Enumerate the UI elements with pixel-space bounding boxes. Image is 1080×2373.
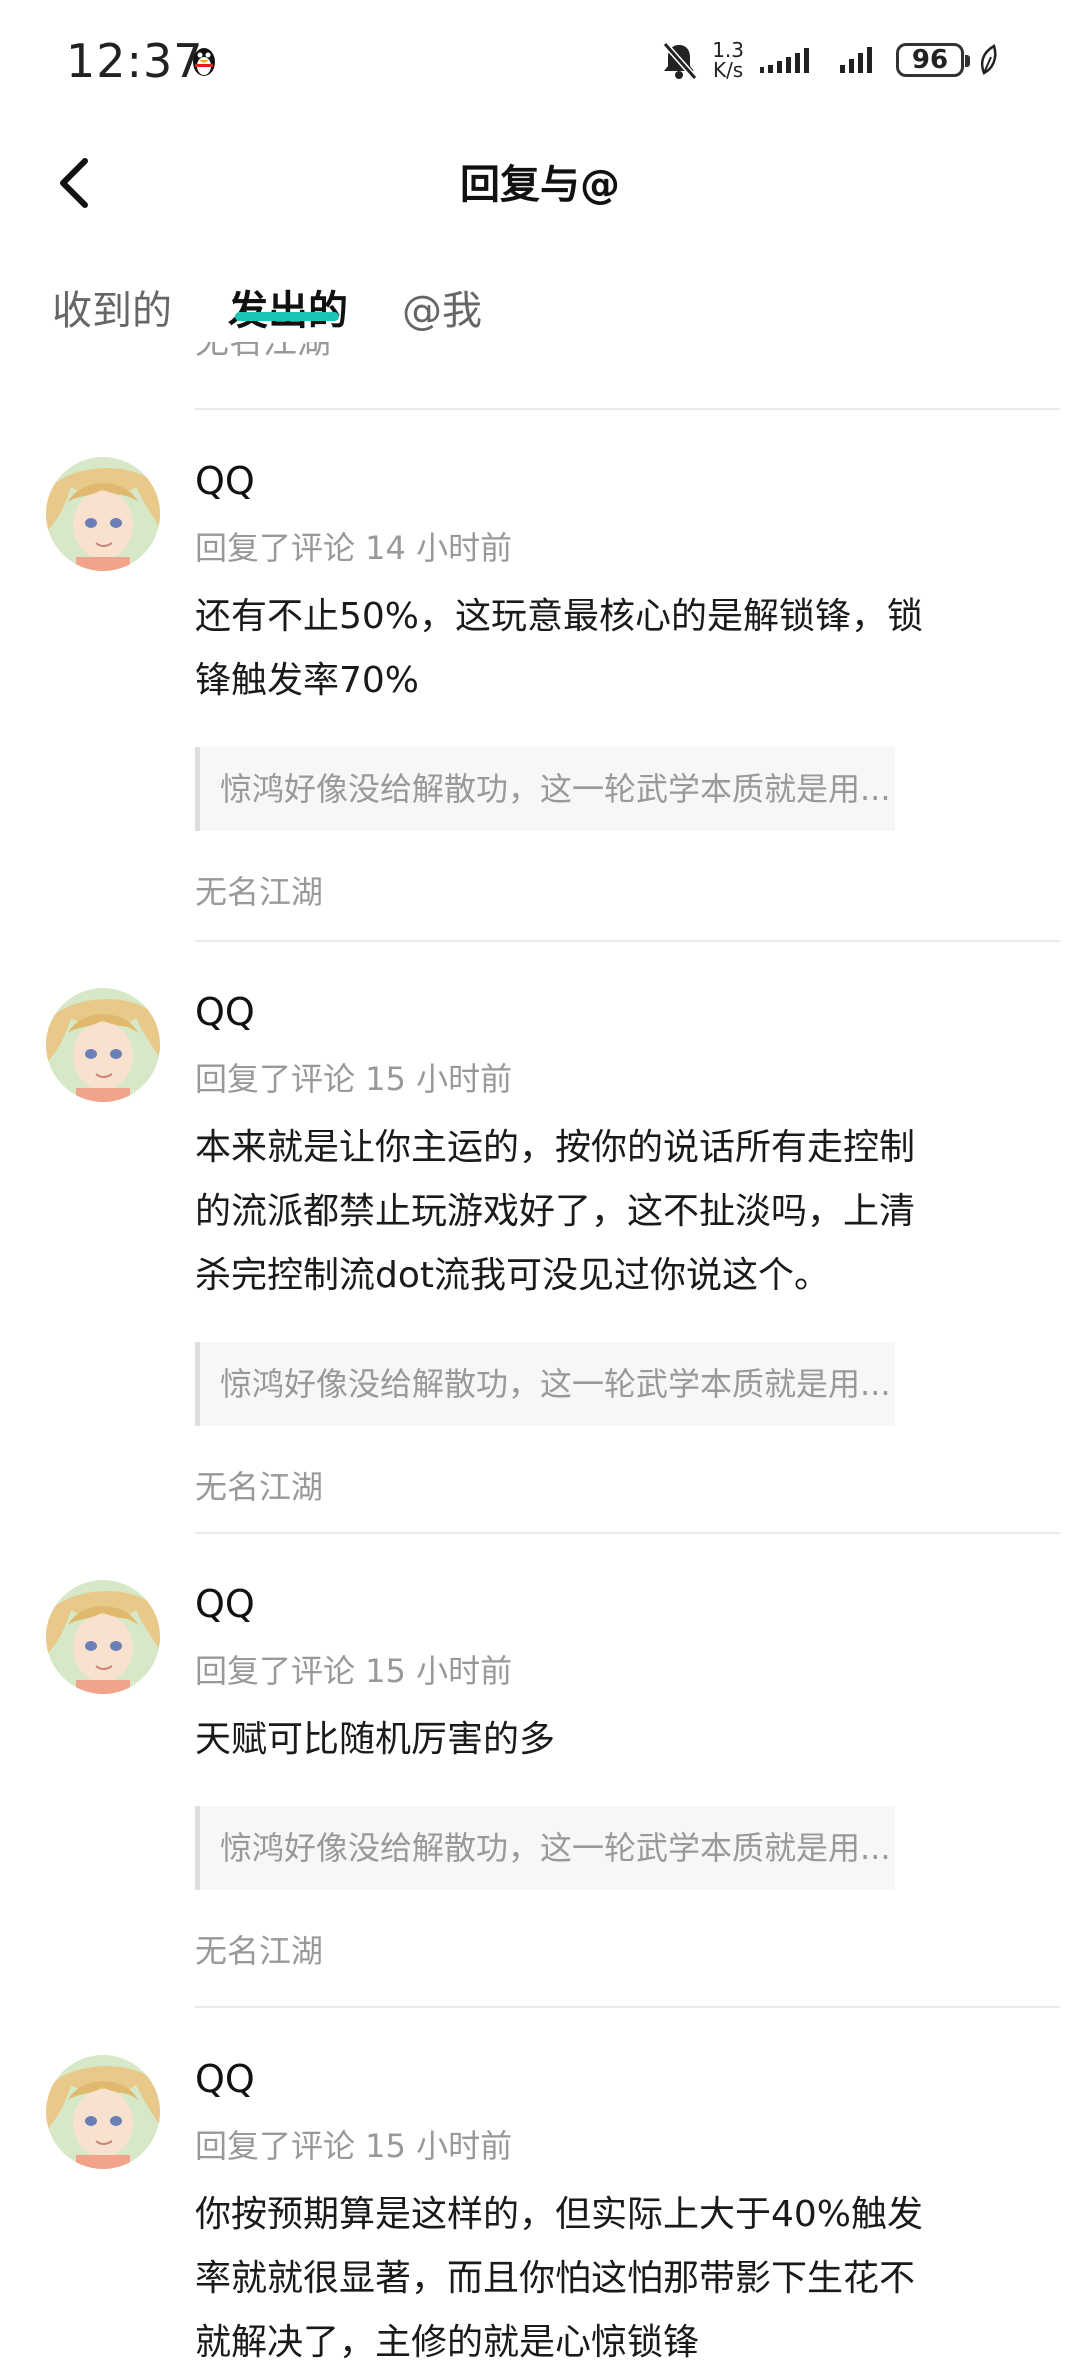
signal-icon <box>760 48 809 73</box>
quoted-comment[interactable]: 惊鸿好像没给解散功，这一轮武学本质就是用... <box>195 1806 895 1890</box>
source-name[interactable]: 无名江湖 <box>195 867 323 913</box>
screen: 12:37 1.3 K/s 96 回复与@ 收到的 发出的 @我 无名江湖 QQ… <box>0 0 1080 2373</box>
divider <box>195 940 1060 942</box>
reply-text: 你按预期算是这样的，但实际上大于40%触发 率就就很显著，而且你怕这怕那带影下生… <box>195 2194 924 2363</box>
avatar[interactable] <box>46 1580 160 1694</box>
status-time: 12:37 <box>66 34 204 88</box>
avatar[interactable] <box>46 457 160 571</box>
avatar-image <box>46 988 160 1102</box>
net-speed-value: 1.3 <box>712 38 744 62</box>
reply-item[interactable]: QQ 回复了评论 15 小时前 你按预期算是这样的，但实际上大于40%触发 率就… <box>0 2055 1080 2373</box>
user-name[interactable]: QQ <box>195 1582 255 1626</box>
quoted-comment[interactable]: 惊鸿好像没给解散功，这一轮武学本质就是用... <box>195 1342 895 1426</box>
divider <box>195 1532 1060 1534</box>
avatar[interactable] <box>46 988 160 1102</box>
status-icons: 1.3 K/s 96 <box>660 36 1000 84</box>
user-name[interactable]: QQ <box>195 2057 255 2101</box>
reply-meta: 回复了评论 15 小时前 <box>195 1652 513 1690</box>
tab-bar: 收到的 发出的 @我 <box>0 270 1080 342</box>
avatar-image <box>46 2055 160 2169</box>
reply-feed[interactable]: 无名江湖 QQ 回复了评论 14 小时前 还有不止50%，这玩意最核心的是解锁锋… <box>0 342 1080 2373</box>
divider <box>195 2006 1060 2008</box>
reply-meta: 回复了评论 15 小时前 <box>195 1060 513 1098</box>
active-tab-indicator <box>235 312 339 321</box>
source-name[interactable]: 无名江湖 <box>195 1926 323 1972</box>
battery-icon: 96 <box>896 43 970 77</box>
reply-item[interactable]: QQ 回复了评论 15 小时前 本来就是让你主运的，按你的说话所有走控制 的流派… <box>0 988 1080 1528</box>
signal-icon-2 <box>840 47 872 73</box>
net-speed: 1.3 K/s <box>712 40 744 80</box>
user-name[interactable]: QQ <box>195 990 255 1034</box>
tab-mentions[interactable]: @我 <box>402 278 482 336</box>
quoted-comment[interactable]: 惊鸿好像没给解散功，这一轮武学本质就是用... <box>195 747 895 831</box>
avatar[interactable] <box>46 2055 160 2169</box>
net-speed-unit: K/s <box>712 58 744 82</box>
battery-level: 96 <box>911 45 949 75</box>
page-title: 回复与@ <box>460 162 620 208</box>
avatar-image <box>46 1580 160 1694</box>
leaf-icon <box>980 44 997 75</box>
qq-penguin-icon <box>193 48 215 76</box>
divider <box>195 408 1060 410</box>
tab-received[interactable]: 收到的 <box>52 278 172 336</box>
nav-header: 回复与@ <box>0 120 1080 240</box>
reply-text: 本来就是让你主运的，按你的说话所有走控制 的流派都禁止玩游戏好了，这不扯淡吗，上… <box>195 1127 916 1296</box>
previous-item-source[interactable]: 无名江湖 <box>195 342 331 363</box>
tab-sent[interactable]: 发出的 <box>228 278 348 336</box>
reply-text: 还有不止50%，这玩意最核心的是解锁锋，锁 锋触发率70% <box>195 596 924 701</box>
bell-off-icon <box>662 42 698 80</box>
reply-item[interactable]: QQ 回复了评论 15 小时前 天赋可比随机厉害的多 惊鸿好像没给解散功，这一轮… <box>0 1580 1080 2000</box>
reply-meta: 回复了评论 14 小时前 <box>195 529 513 567</box>
reply-item[interactable]: QQ 回复了评论 14 小时前 还有不止50%，这玩意最核心的是解锁锋，锁 锋触… <box>0 457 1080 937</box>
status-bar: 12:37 1.3 K/s 96 <box>0 0 1080 120</box>
reply-text: 天赋可比随机厉害的多 <box>195 1719 556 1760</box>
reply-meta: 回复了评论 15 小时前 <box>195 2127 513 2165</box>
user-name[interactable]: QQ <box>195 459 255 503</box>
avatar-image <box>46 457 160 571</box>
source-name[interactable]: 无名江湖 <box>195 1462 323 1508</box>
